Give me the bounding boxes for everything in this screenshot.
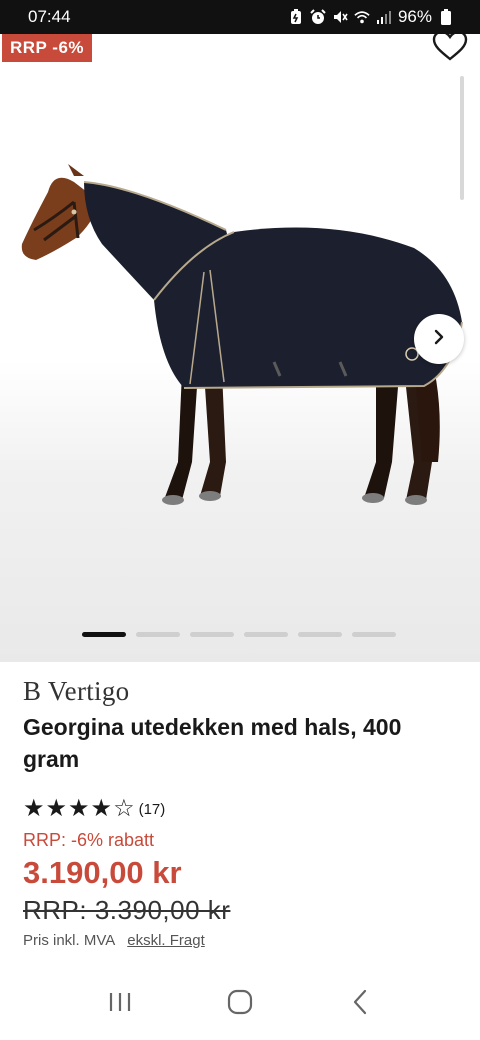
horse-rug-image xyxy=(21,164,463,505)
home-button[interactable] xyxy=(220,984,260,1024)
star-filled-icon: ★ xyxy=(45,795,68,822)
heart-icon[interactable] xyxy=(430,34,470,64)
battery-percent: 96% xyxy=(397,7,432,26)
vat-note: Pris inkl. MVA xyxy=(23,932,116,949)
recent-apps-icon xyxy=(107,991,133,1018)
back-icon xyxy=(352,989,368,1020)
carousel-dot[interactable] xyxy=(298,632,342,637)
battery-saver-icon xyxy=(288,9,304,25)
original-price: RRP: 3.390,00 kr xyxy=(23,895,231,925)
status-icons: 96% xyxy=(288,7,454,27)
carousel-dot[interactable] xyxy=(136,632,180,637)
carousel-dot[interactable] xyxy=(244,632,288,637)
mute-icon xyxy=(332,9,348,25)
discount-badge: RRP -6% xyxy=(2,34,93,62)
price-note: Pris inkl. MVA ekskl. Fragt xyxy=(23,932,463,949)
product-rating[interactable]: ★ ★ ★ ★ ☆ (17) xyxy=(23,797,463,821)
signal-icon xyxy=(376,9,392,25)
alarm-icon xyxy=(310,9,326,25)
status-bar: 07:44 96% xyxy=(0,0,480,34)
current-price: 3.190,00 kr xyxy=(23,855,182,890)
system-nav-bar xyxy=(0,976,480,1032)
product-title: Georgina utedekken med hals, 400 gram xyxy=(23,714,402,772)
star-filled-icon: ★ xyxy=(23,795,45,822)
discount-text: RRP: -6% rabatt xyxy=(23,830,155,850)
chevron-right-icon xyxy=(432,329,446,350)
home-icon xyxy=(227,989,253,1020)
status-time: 07:44 xyxy=(28,7,71,26)
carousel-dot[interactable] xyxy=(352,632,396,637)
wifi-icon xyxy=(354,9,370,25)
product-brand[interactable]: B Vertigo xyxy=(23,676,463,707)
recent-apps-button[interactable] xyxy=(100,984,140,1024)
next-image-button[interactable] xyxy=(414,314,464,364)
product-image-carousel[interactable]: RRP -6% xyxy=(0,34,480,662)
shipping-link[interactable]: ekskl. Fragt xyxy=(127,932,205,949)
star-empty-icon: ☆ xyxy=(113,795,135,822)
rating-stars: ★ ★ ★ ★ ☆ xyxy=(23,797,135,821)
battery-icon xyxy=(438,9,454,25)
carousel-dot[interactable] xyxy=(82,632,126,637)
product-info: B Vertigo Georgina utedekken med hals, 4… xyxy=(23,662,463,949)
review-count[interactable]: (17) xyxy=(139,801,166,818)
star-filled-icon: ★ xyxy=(68,795,90,822)
back-button[interactable] xyxy=(340,984,380,1024)
carousel-indicators xyxy=(82,632,396,637)
star-filled-icon: ★ xyxy=(90,795,113,822)
carousel-dot[interactable] xyxy=(190,632,234,637)
